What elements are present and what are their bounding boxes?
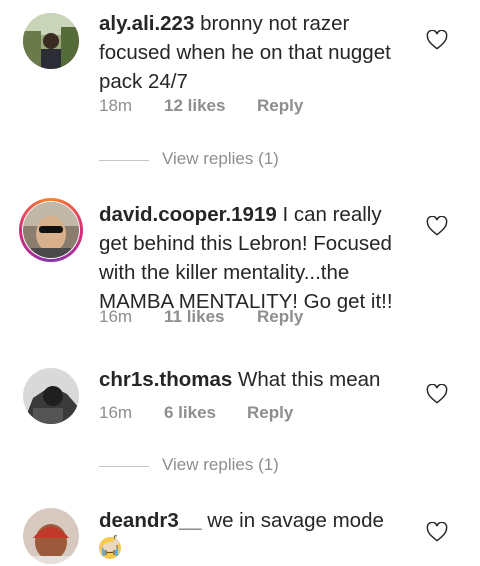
divider-line [99, 160, 149, 161]
comment-text: chr1s.thomas What this mean [99, 365, 409, 394]
heart-outline-icon[interactable] [426, 30, 448, 50]
comment-username[interactable]: deandr3__ [99, 509, 202, 532]
comment-text: aly.ali.223 bronny not razer focused whe… [99, 9, 409, 96]
likes-count[interactable]: 12 likes [164, 96, 225, 116]
avatar[interactable] [23, 202, 79, 258]
heart-outline-icon[interactable] [426, 216, 448, 236]
comment-body: What this mean [232, 368, 381, 391]
likes-count[interactable]: 6 likes [164, 403, 216, 423]
comment-text: deandr3__ we in savage mode [99, 506, 409, 564]
heart-outline-icon[interactable] [426, 522, 448, 542]
reply-button[interactable]: Reply [257, 96, 303, 116]
comment-username[interactable]: david.cooper.1919 [99, 203, 277, 226]
comment-username[interactable]: chr1s.thomas [99, 368, 232, 391]
comment-body: we in savage mode [201, 509, 384, 532]
avatar[interactable] [23, 13, 79, 69]
comment-time: 16m [99, 403, 133, 422]
goat-emoji [99, 534, 121, 556]
heart-outline-icon[interactable] [426, 384, 448, 404]
avatar[interactable] [23, 368, 79, 424]
avatar[interactable] [23, 508, 79, 564]
view-replies-label[interactable]: View replies (1) [162, 455, 279, 475]
view-replies-label[interactable]: View replies (1) [162, 149, 279, 169]
likes-count[interactable]: 11 likes [164, 307, 225, 327]
reply-button[interactable]: Reply [257, 307, 303, 327]
comment-time: 16m [99, 307, 133, 326]
story-ring[interactable] [19, 198, 83, 262]
divider-line [99, 466, 149, 467]
comment-time: 18m [99, 96, 133, 115]
reply-button[interactable]: Reply [247, 403, 293, 423]
comment-username[interactable]: aly.ali.223 [99, 12, 194, 35]
comment-text: david.cooper.1919 I can really get behin… [99, 200, 409, 316]
